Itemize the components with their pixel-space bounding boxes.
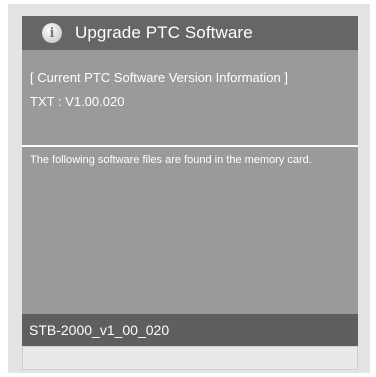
dialog-header: i Upgrade PTC Software (22, 16, 358, 50)
files-found-message: The following software files are found i… (30, 154, 312, 166)
current-version: TXT : V1.00.020 (30, 94, 125, 109)
list-item-empty (22, 346, 358, 370)
version-info-heading: [ Current PTC Software Version Informati… (30, 70, 288, 85)
upgrade-dialog: i Upgrade PTC Software [ Current PTC Sof… (8, 4, 370, 373)
software-file-list: STB-2000_v1_00_020 (22, 314, 358, 370)
dialog-title: Upgrade PTC Software (75, 23, 253, 42)
divider (22, 145, 358, 147)
file-name: STB-2000_v1_00_020 (29, 322, 170, 338)
dialog-content: [ Current PTC Software Version Informati… (22, 50, 358, 324)
list-item[interactable]: STB-2000_v1_00_020 (22, 314, 358, 346)
info-icon: i (42, 23, 62, 43)
